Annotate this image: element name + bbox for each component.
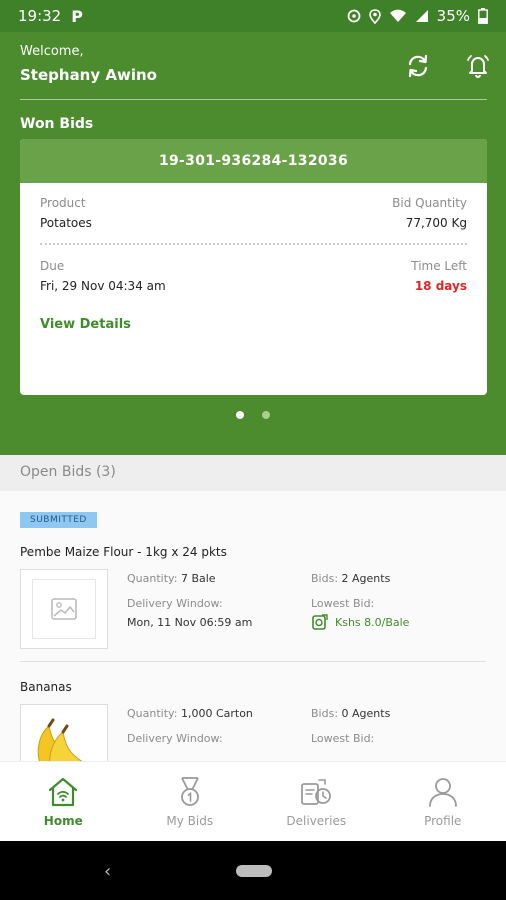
quantity-label-2: Quantity: — [127, 707, 178, 720]
due-row: Due Fri, 29 Nov 04:34 am Time Left 18 da… — [40, 259, 467, 293]
welcome-text: Welcome, — [20, 44, 84, 59]
lowest-bid-value: Kshs 8.0/Bale — [335, 615, 410, 629]
battery-icon — [478, 8, 488, 24]
nav-deliveries-label: Deliveries — [286, 814, 347, 828]
notification-bell-icon[interactable] — [464, 52, 492, 80]
due-label: Due — [40, 259, 65, 273]
product-thumbnail[interactable] — [20, 569, 108, 649]
profile-icon — [428, 778, 457, 807]
status-time: 19:32 — [18, 7, 62, 25]
user-name: Stephany Awino — [20, 66, 157, 84]
carousel-dot-2[interactable] — [262, 411, 270, 419]
bids-label: Bids: — [311, 572, 339, 585]
lowest-bid-label: Lowest Bid: — [311, 597, 375, 610]
medal-icon — [180, 777, 199, 806]
wifi-icon — [389, 9, 406, 22]
carousel-indicator — [0, 411, 506, 419]
delivery-window-label: Delivery Window: — [127, 597, 223, 610]
deliveries-icon — [301, 779, 332, 805]
carousel-dot-1[interactable] — [236, 411, 244, 419]
quantity-label: Quantity: — [127, 572, 178, 585]
product-row: Product Potatoes Bid Quantity 77,700 Kg — [40, 196, 467, 230]
lowest-bid: Kshs 8.0/Bale — [311, 613, 409, 631]
time-left-label: Time Left — [411, 259, 467, 273]
dashboard-header: Welcome, Stephany Awino Won Bids 19-301-… — [0, 32, 506, 455]
bids-value: 2 Agents — [341, 572, 391, 585]
nav-home[interactable]: Home — [0, 762, 127, 841]
home-icon — [49, 777, 78, 807]
product-value: Potatoes — [40, 216, 92, 230]
nav-my-bids[interactable]: My Bids — [127, 762, 254, 841]
refresh-icon[interactable] — [404, 52, 432, 80]
status-badge: SUBMITTED — [20, 512, 97, 528]
open-bids-title: Open Bids (3) — [20, 464, 116, 480]
image-placeholder-icon — [51, 598, 77, 620]
delivery-window-value: Mon, 11 Nov 06:59 am — [127, 616, 253, 629]
banana-image-icon — [37, 718, 83, 761]
data-saver-icon — [347, 9, 361, 23]
won-bids-title: Won Bids — [20, 116, 94, 132]
parking-app-icon: P — [71, 6, 83, 26]
bids-label-2: Bids: — [311, 707, 339, 720]
location-icon — [368, 8, 381, 24]
nav-profile-label: Profile — [424, 814, 462, 828]
image-placeholder — [32, 579, 96, 639]
quantity-value: 7 Bale — [180, 572, 216, 585]
delivery-window-label-2: Delivery Window: — [127, 732, 223, 745]
time-left-value: 18 days — [414, 279, 467, 293]
product-thumbnail-2[interactable] — [20, 704, 108, 761]
status-bar: 19:32 P 35% — [0, 0, 506, 32]
won-bid-card[interactable]: 19-301-936284-132036 Product Potatoes Bi… — [20, 139, 487, 395]
money-icon — [312, 614, 328, 630]
mobile-signal-icon — [415, 10, 428, 22]
battery-percent: 35% — [436, 7, 470, 25]
list-divider — [20, 661, 486, 662]
nav-my-bids-label: My Bids — [166, 814, 214, 828]
system-back-icon[interactable]: ‹ — [104, 861, 111, 882]
bid-quantity-value: 77,700 Kg — [405, 216, 467, 230]
bottom-navigation: Home My Bids Deliveries Profile — [0, 761, 506, 841]
bid-item-title[interactable]: Pembe Maize Flour - 1kg x 24 pkts — [20, 545, 227, 559]
open-bids-header: Open Bids (3) — [0, 455, 506, 491]
bids-info: Bids: 2 Agents — [311, 572, 390, 585]
quantity-info-2: Quantity: 1,000 Carton — [127, 707, 253, 720]
nav-home-label: Home — [43, 814, 83, 828]
bid-id: 19-301-936284-132036 — [20, 139, 487, 183]
open-bids-list[interactable]: SUBMITTED Pembe Maize Flour - 1kg x 24 p… — [0, 491, 506, 761]
quantity-value-2: 1,000 Carton — [180, 707, 253, 720]
lowest-bid-label-2: Lowest Bid: — [311, 732, 375, 745]
bid-item-title-2[interactable]: Bananas — [20, 680, 72, 694]
system-home-pill[interactable] — [236, 865, 272, 877]
nav-deliveries[interactable]: Deliveries — [253, 762, 380, 841]
system-navigation-bar: ‹ — [0, 841, 506, 900]
nav-profile[interactable]: Profile — [380, 762, 506, 841]
product-label: Product — [40, 196, 86, 210]
view-details-link[interactable]: View Details — [40, 317, 131, 332]
bids-value-2: 0 Agents — [341, 707, 391, 720]
quantity-info: Quantity: 7 Bale — [127, 572, 216, 585]
header-divider — [20, 99, 487, 100]
card-dotted-divider — [40, 243, 467, 245]
bids-info-2: Bids: 0 Agents — [311, 707, 390, 720]
bid-quantity-label: Bid Quantity — [392, 196, 467, 210]
due-value: Fri, 29 Nov 04:34 am — [40, 279, 166, 293]
